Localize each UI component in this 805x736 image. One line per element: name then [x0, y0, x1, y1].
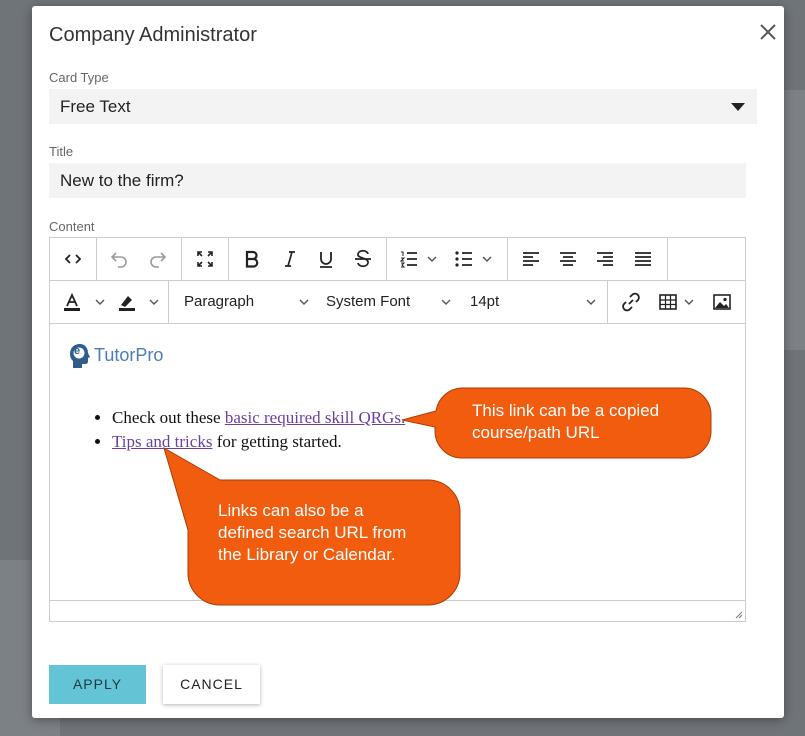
caret-down-icon: [731, 103, 745, 111]
chevron-down-icon: [299, 298, 309, 306]
dialog: Company Administrator Card Type Free Tex…: [32, 6, 784, 718]
toolbar-group: [229, 238, 387, 280]
align-left-icon[interactable]: [521, 249, 541, 269]
resize-handle-icon[interactable]: [733, 609, 743, 619]
toolbar-row: [50, 238, 745, 281]
chevron-down-icon[interactable]: [684, 298, 694, 306]
chevron-down-icon: [441, 298, 451, 306]
callout-search-link: Links can also be a defined search URL f…: [158, 440, 463, 610]
card-type-select[interactable]: Free Text: [49, 89, 757, 124]
list-item-text: Check out these: [112, 408, 225, 427]
italic-icon[interactable]: [280, 249, 300, 269]
text-color-icon[interactable]: [62, 292, 82, 312]
font-family-dropdown[interactable]: System Font: [314, 281, 459, 323]
logo-badge: e: [74, 345, 81, 357]
align-right-icon[interactable]: [595, 249, 615, 269]
cancel-button[interactable]: CANCEL: [163, 665, 260, 704]
highlight-color-icon[interactable]: [117, 292, 137, 312]
redo-icon[interactable]: [148, 249, 168, 269]
close-button[interactable]: [756, 20, 780, 44]
title-input[interactable]: New to the firm?: [49, 163, 746, 198]
toolbar-group: [50, 238, 97, 280]
content-label: Content: [49, 219, 95, 234]
font-family-value: System Font: [326, 293, 411, 310]
undo-icon[interactable]: [109, 249, 129, 269]
block-format-dropdown[interactable]: Paragraph: [169, 281, 314, 323]
chevron-down-icon: [586, 298, 596, 306]
card-type-value: Free Text: [60, 97, 131, 116]
table-icon[interactable]: [658, 292, 678, 312]
close-icon: [760, 24, 776, 40]
chevron-down-icon[interactable]: [95, 298, 105, 306]
link-icon[interactable]: [621, 292, 641, 312]
font-size-dropdown[interactable]: 14pt: [459, 281, 608, 323]
image-icon[interactable]: [712, 292, 732, 312]
list-item: Check out these basic required skill QRG…: [112, 406, 405, 430]
logo-text: TutorPro: [94, 345, 164, 365]
toolbar-group: Paragraph System Font 14pt: [169, 281, 608, 323]
toolbar-group: [182, 238, 229, 280]
toolbar-group: [97, 238, 182, 280]
source-code-icon[interactable]: [63, 249, 83, 269]
toolbar-row: Paragraph System Font 14pt: [50, 281, 745, 324]
strikethrough-icon[interactable]: [353, 249, 373, 269]
toolbar-group: [387, 238, 508, 280]
font-size-value: 14pt: [470, 293, 500, 310]
qrg-link[interactable]: basic required skill QRGs.: [225, 408, 405, 427]
numbered-list-icon[interactable]: [399, 249, 419, 269]
chevron-down-icon[interactable]: [149, 298, 159, 306]
toolbar-group: [608, 281, 745, 323]
fullscreen-icon[interactable]: [195, 249, 215, 269]
title-value: New to the firm?: [60, 171, 184, 190]
card-type-label: Card Type: [49, 70, 109, 85]
bullet-list-icon[interactable]: [454, 249, 474, 269]
title-label: Title: [49, 144, 74, 159]
toolbar-group: [508, 238, 668, 280]
callout-text: Links can also be a defined search URL f…: [218, 501, 407, 564]
underline-icon[interactable]: [316, 249, 336, 269]
toolbar-group: [50, 281, 169, 323]
callout-text: This link can be a copied course/path UR…: [472, 401, 660, 442]
chevron-down-icon[interactable]: [427, 255, 437, 263]
chevron-down-icon[interactable]: [482, 255, 492, 263]
bold-icon[interactable]: [242, 249, 262, 269]
background-block: [784, 90, 805, 350]
apply-button[interactable]: APPLY: [49, 665, 146, 704]
justify-icon[interactable]: [633, 249, 653, 269]
align-center-icon[interactable]: [558, 249, 578, 269]
block-format-value: Paragraph: [184, 293, 255, 310]
dialog-title: Company Administrator: [49, 24, 257, 46]
